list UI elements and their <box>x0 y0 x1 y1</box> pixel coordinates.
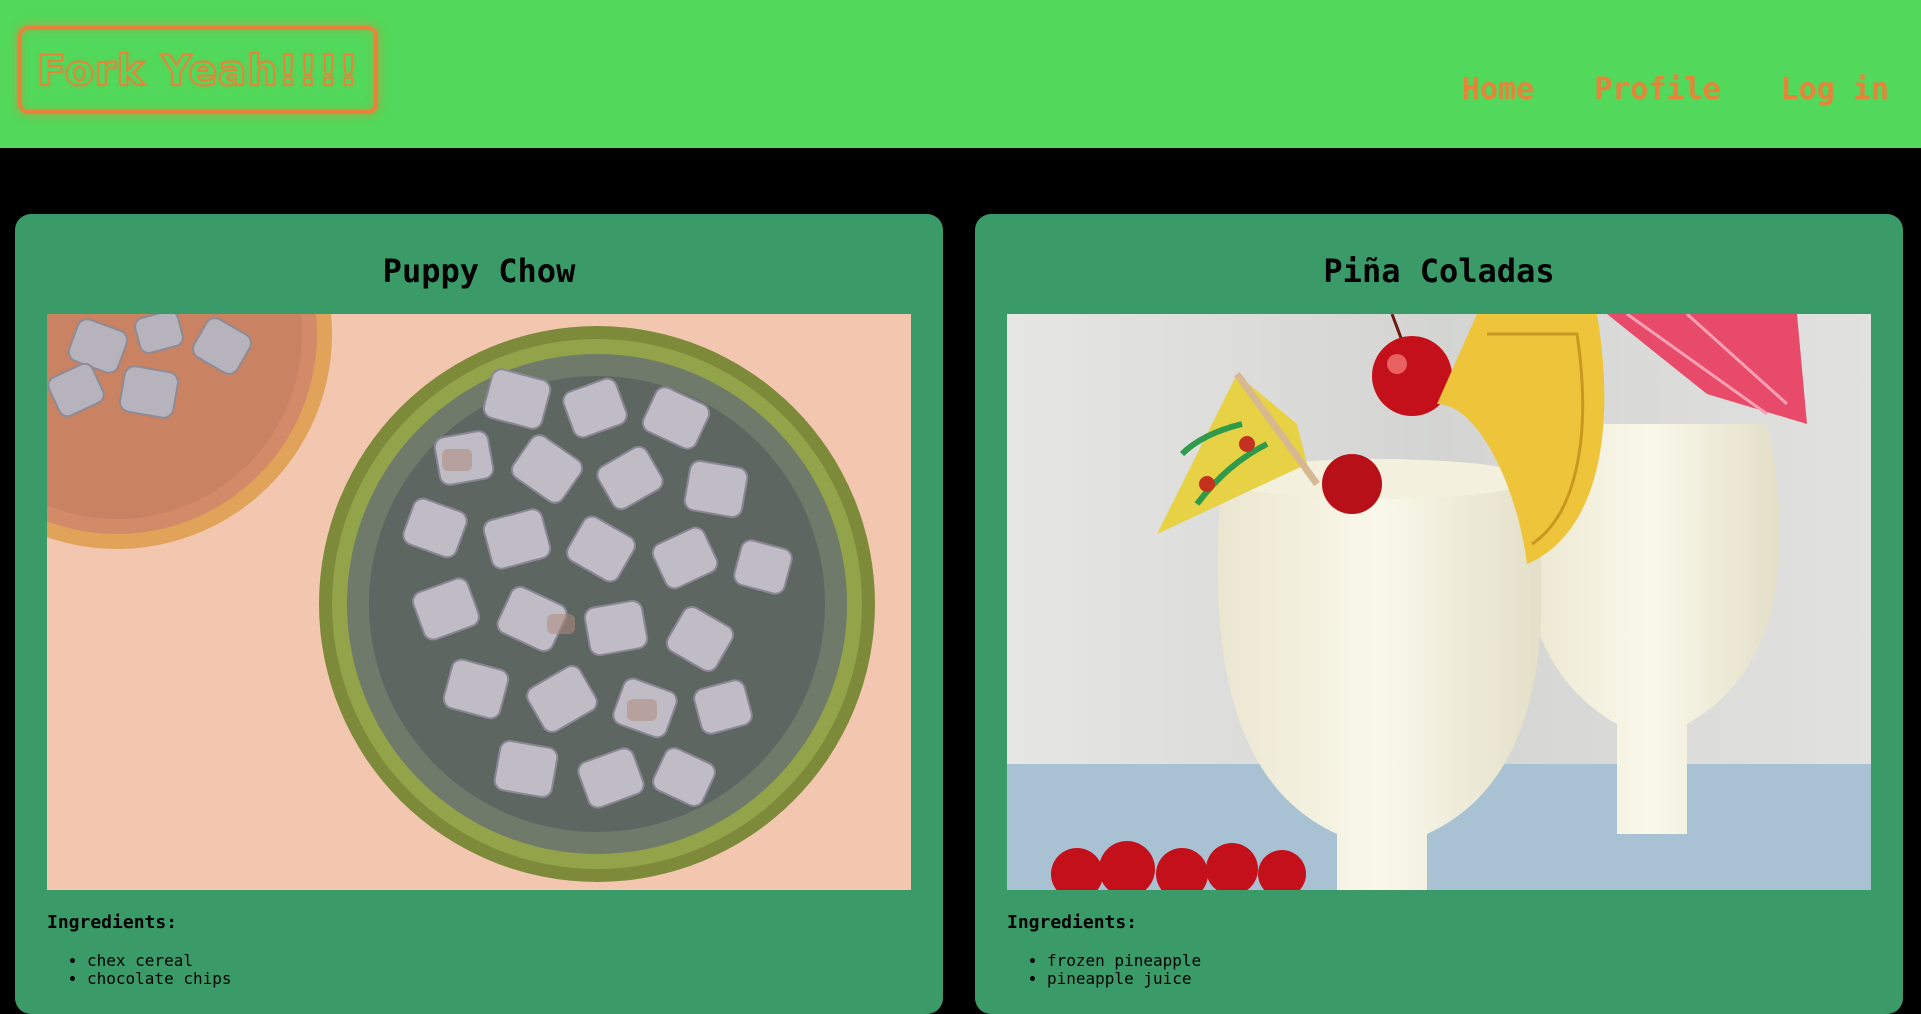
ingredient-item: pineapple juice <box>1047 970 1201 988</box>
ingredient-item: chocolate chips <box>87 970 232 988</box>
ingredients-label: Ingredients: <box>47 912 178 933</box>
recipe-image <box>1007 314 1871 890</box>
ingredient-item: frozen pineapple <box>1047 952 1201 970</box>
nav-profile-link[interactable]: Profile <box>1594 72 1720 107</box>
main-nav: Home Profile Log in <box>1462 72 1889 107</box>
site-header: Fork Yeah!!!! Home Profile Log in <box>0 0 1921 148</box>
nav-home-link[interactable]: Home <box>1462 72 1534 107</box>
ingredients-list: frozen pineapple pineapple juice <box>1007 952 1201 988</box>
ingredient-item: chex cereal <box>87 952 232 970</box>
recipe-card[interactable]: Puppy Chow Ingredients: • chex cereal • … <box>15 214 943 1014</box>
ingredients-label: Ingredients: <box>1007 912 1138 933</box>
nav-login-link[interactable]: Log in <box>1781 72 1889 107</box>
recipe-image <box>47 314 911 890</box>
recipe-title: Puppy Chow <box>382 252 576 290</box>
logo-text: Fork Yeah!!!! <box>36 45 359 96</box>
recipe-card[interactable]: Piña Coladas Ingredients: • frozen pinea… <box>975 214 1903 1014</box>
site-logo[interactable]: Fork Yeah!!!! <box>18 26 378 114</box>
ingredients-list: chex cereal chocolate chips <box>47 952 232 988</box>
recipe-title: Piña Coladas <box>1323 252 1555 290</box>
